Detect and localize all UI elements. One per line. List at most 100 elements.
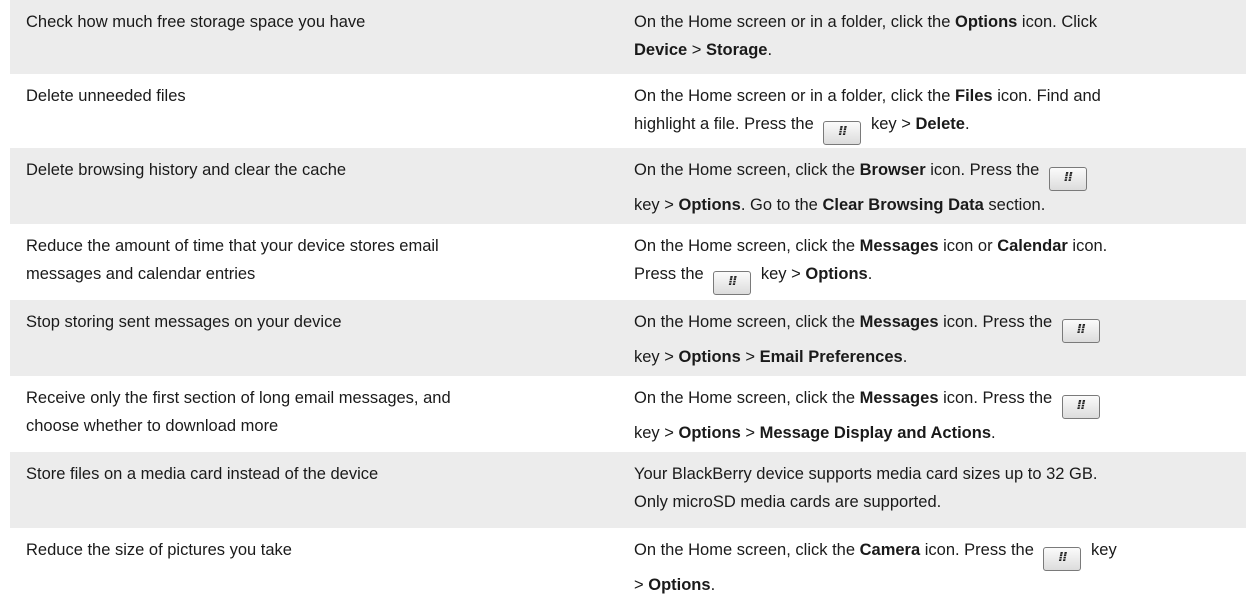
instruction-line: Your BlackBerry device supports media ca… xyxy=(634,460,1240,488)
task-cell: Delete unneeded files xyxy=(26,87,186,105)
instruction-text: . xyxy=(964,115,970,133)
instruction-text: Only microSD media cards are supported. xyxy=(634,493,942,511)
ui-term: Delete xyxy=(915,115,965,133)
ui-term: Files xyxy=(955,87,993,105)
table-row: Check how much free storage space you ha… xyxy=(10,0,1246,74)
instruction-text: On the Home screen, click the xyxy=(634,313,860,331)
task-cell: Reduce the amount of time that your devi… xyxy=(26,232,586,288)
ui-term: Camera xyxy=(859,541,921,559)
instruction-line: highlight a file. Press the ⁞⁞ key > Del… xyxy=(634,110,1240,145)
instruction-text: key > xyxy=(866,115,916,133)
ui-term: Browser xyxy=(859,161,926,179)
blackberry-menu-key-icon: ⁞⁞ xyxy=(713,271,752,295)
task-line: messages and calendar entries xyxy=(26,265,256,283)
instruction-text: section. xyxy=(983,196,1046,214)
instruction-line: key > Options > Email Preferences. xyxy=(634,343,1240,371)
instruction-cell: On the Home screen, click the Messages i… xyxy=(634,308,1240,371)
instruction-text: key xyxy=(1086,541,1117,559)
instruction-text: On the Home screen, click the xyxy=(634,161,860,179)
ui-term: Message Display and Actions xyxy=(759,424,992,442)
instruction-text: On the Home screen or in a folder, click… xyxy=(634,13,955,31)
blackberry-menu-key-icon: ⁞⁞ xyxy=(823,121,862,145)
instruction-text: On the Home screen or in a folder, click… xyxy=(634,87,955,105)
instruction-line: key > Options. Go to the Clear Browsing … xyxy=(634,191,1240,219)
table-row: Reduce the amount of time that your devi… xyxy=(10,224,1246,300)
ui-term: Messages xyxy=(859,389,939,407)
instruction-line: > Options. xyxy=(634,571,1240,599)
task-cell: Delete browsing history and clear the ca… xyxy=(26,161,347,179)
task-cell: Receive only the first section of long e… xyxy=(26,384,586,440)
task-line: Receive only the first section of long e… xyxy=(26,389,451,407)
instruction-text: On the Home screen, click the xyxy=(634,541,860,559)
instruction-text: . xyxy=(710,576,716,594)
task-line: choose whether to download more xyxy=(26,417,279,435)
instruction-line: Only microSD media cards are supported. xyxy=(634,488,1240,516)
ui-term: Email Preferences xyxy=(759,348,903,366)
instruction-text: icon. Press the xyxy=(925,161,1044,179)
table-row: Receive only the first section of long e… xyxy=(10,376,1246,452)
instruction-cell: On the Home screen, click the Messages i… xyxy=(634,384,1240,447)
instruction-line: key > Options > Message Display and Acti… xyxy=(634,419,1240,447)
ui-term: Options xyxy=(805,265,868,283)
instruction-line: On the Home screen, click the Messages i… xyxy=(634,384,1240,419)
ui-term: Messages xyxy=(859,313,939,331)
blackberry-menu-key-icon: ⁞⁞ xyxy=(1061,319,1100,343)
task-line: Reduce the amount of time that your devi… xyxy=(26,237,439,255)
instruction-text: key > xyxy=(634,424,679,442)
table-row: Reduce the size of pictures you take On … xyxy=(10,528,1246,606)
ui-term: Options xyxy=(678,348,741,366)
instruction-text: key > xyxy=(634,348,679,366)
task-cell: Reduce the size of pictures you take xyxy=(26,541,292,559)
task-cell: Store files on a media card instead of t… xyxy=(26,465,379,483)
instruction-line: On the Home screen, click the Messages i… xyxy=(634,308,1240,343)
storage-tips-table: Check how much free storage space you ha… xyxy=(10,0,1246,606)
instruction-text: . xyxy=(902,348,908,366)
blackberry-menu-key-icon: ⁞⁞ xyxy=(1048,167,1087,191)
instruction-cell: On the Home screen, click the Camera ico… xyxy=(634,536,1240,599)
instruction-text: . xyxy=(867,265,873,283)
instruction-text: key > xyxy=(634,196,679,214)
instruction-text: On the Home screen, click the xyxy=(634,237,860,255)
instruction-text: > xyxy=(634,576,649,594)
ui-term: Messages xyxy=(859,237,939,255)
instruction-cell: On the Home screen, click the Messages i… xyxy=(634,232,1240,295)
instruction-text: icon. Press the xyxy=(938,313,1057,331)
instruction-text: > xyxy=(740,348,760,366)
ui-term: Calendar xyxy=(997,237,1068,255)
table-row: Stop storing sent messages on your devic… xyxy=(10,300,1246,376)
instruction-text: icon. xyxy=(1067,237,1108,255)
blackberry-menu-key-icon: ⁞⁞ xyxy=(1061,395,1100,419)
instruction-text: highlight a file. Press the xyxy=(634,115,819,133)
instruction-text: key > xyxy=(756,265,806,283)
instruction-text: icon. Click xyxy=(1017,13,1098,31)
instruction-cell: Your BlackBerry device supports media ca… xyxy=(634,460,1240,516)
ui-term: Options xyxy=(648,576,711,594)
task-cell: Check how much free storage space you ha… xyxy=(26,13,366,31)
instruction-line: On the Home screen or in a folder, click… xyxy=(634,82,1240,110)
instruction-cell: On the Home screen, click the Browser ic… xyxy=(634,156,1240,219)
table-row: Store files on a media card instead of t… xyxy=(10,452,1246,528)
instruction-line: On the Home screen, click the Messages i… xyxy=(634,232,1240,260)
instruction-text: Your BlackBerry device supports media ca… xyxy=(634,465,1098,483)
instruction-line: Device > Storage. xyxy=(634,36,1240,64)
ui-term: Storage xyxy=(706,41,768,59)
instruction-text: > xyxy=(687,41,707,59)
ui-term: Clear Browsing Data xyxy=(822,196,984,214)
ui-term: Device xyxy=(634,41,688,59)
instruction-cell: On the Home screen or in a folder, click… xyxy=(634,82,1240,145)
task-cell: Stop storing sent messages on your devic… xyxy=(26,313,342,331)
instruction-line: On the Home screen or in a folder, click… xyxy=(634,8,1240,36)
instruction-text: . Go to the xyxy=(740,196,823,214)
instruction-text: . xyxy=(767,41,773,59)
instruction-text: . xyxy=(991,424,996,442)
instruction-text: icon. Press the xyxy=(920,541,1039,559)
instruction-line: Press the ⁞⁞ key > Options. xyxy=(634,260,1240,295)
instruction-text: icon or xyxy=(938,237,998,255)
ui-term: Options xyxy=(678,196,741,214)
blackberry-menu-key-icon: ⁞⁞ xyxy=(1043,547,1082,571)
instruction-cell: On the Home screen or in a folder, click… xyxy=(634,8,1240,64)
instruction-text: On the Home screen, click the xyxy=(634,389,860,407)
ui-term: Options xyxy=(678,424,741,442)
instruction-line: On the Home screen, click the Browser ic… xyxy=(634,156,1240,191)
ui-term: Options xyxy=(955,13,1018,31)
